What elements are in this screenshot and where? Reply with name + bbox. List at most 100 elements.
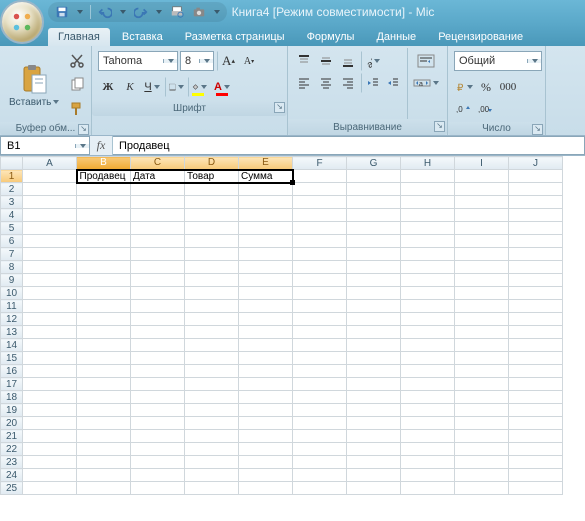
chevron-down-icon[interactable]	[199, 59, 213, 63]
cell[interactable]	[347, 391, 401, 404]
comma-style-icon[interactable]: 000	[498, 77, 518, 97]
cell[interactable]	[293, 235, 347, 248]
row-header[interactable]: 22	[1, 443, 23, 456]
align-right-icon[interactable]	[338, 73, 358, 93]
worksheet[interactable]: ABCDEFGHIJ1ПродавецДатаТоварСумма2345678…	[0, 156, 585, 521]
cell[interactable]	[401, 287, 455, 300]
row-header[interactable]: 4	[1, 209, 23, 222]
cell[interactable]	[131, 287, 185, 300]
row-header[interactable]: 12	[1, 313, 23, 326]
cell[interactable]	[77, 274, 131, 287]
cell[interactable]	[23, 391, 77, 404]
cell[interactable]	[509, 469, 563, 482]
cell[interactable]	[23, 196, 77, 209]
cell[interactable]	[509, 287, 563, 300]
row-header[interactable]: 6	[1, 235, 23, 248]
cell[interactable]	[347, 430, 401, 443]
undo-dropdown-icon[interactable]	[119, 4, 127, 20]
undo-icon[interactable]	[97, 4, 113, 20]
row-header[interactable]: 5	[1, 222, 23, 235]
cell[interactable]	[239, 248, 293, 261]
cell[interactable]	[239, 417, 293, 430]
column-header[interactable]: E	[239, 157, 293, 170]
cell[interactable]	[509, 235, 563, 248]
cell[interactable]	[131, 274, 185, 287]
cell[interactable]	[239, 378, 293, 391]
cell[interactable]	[509, 326, 563, 339]
cell[interactable]	[185, 456, 239, 469]
cell[interactable]	[293, 313, 347, 326]
decrease-indent-icon[interactable]	[361, 73, 381, 93]
cell[interactable]	[131, 235, 185, 248]
chevron-down-icon[interactable]	[75, 144, 89, 148]
cell[interactable]	[293, 404, 347, 417]
font-dialog-launcher[interactable]: ↘	[274, 102, 285, 113]
cell[interactable]	[131, 391, 185, 404]
cell[interactable]	[23, 183, 77, 196]
cell[interactable]	[293, 261, 347, 274]
cell[interactable]	[509, 404, 563, 417]
wrap-text-icon[interactable]	[412, 51, 440, 71]
column-header[interactable]: F	[293, 157, 347, 170]
cell[interactable]	[401, 417, 455, 430]
underline-button[interactable]: Ч	[142, 77, 162, 97]
cell[interactable]	[509, 183, 563, 196]
cell[interactable]	[455, 456, 509, 469]
cell[interactable]	[347, 170, 401, 183]
cell[interactable]	[347, 352, 401, 365]
cell[interactable]	[77, 196, 131, 209]
cell[interactable]	[185, 443, 239, 456]
cell[interactable]	[23, 170, 77, 183]
cell[interactable]	[455, 339, 509, 352]
cell[interactable]	[347, 235, 401, 248]
cell[interactable]	[77, 287, 131, 300]
align-center-icon[interactable]	[316, 73, 336, 93]
tab-home[interactable]: Главная	[48, 28, 110, 46]
cell[interactable]	[185, 469, 239, 482]
cell[interactable]	[185, 261, 239, 274]
cell[interactable]	[401, 365, 455, 378]
cell[interactable]	[239, 391, 293, 404]
cell[interactable]	[185, 183, 239, 196]
cell[interactable]	[347, 196, 401, 209]
cell[interactable]	[293, 482, 347, 495]
tab-formulas[interactable]: Формулы	[297, 28, 365, 46]
cell[interactable]	[77, 235, 131, 248]
cell[interactable]	[77, 391, 131, 404]
cell[interactable]	[455, 326, 509, 339]
name-box-value[interactable]: B1	[1, 140, 75, 152]
merge-center-icon[interactable]: a	[412, 73, 440, 93]
cell[interactable]	[239, 300, 293, 313]
cell[interactable]	[185, 196, 239, 209]
italic-button[interactable]: К	[120, 77, 140, 97]
cell[interactable]	[401, 313, 455, 326]
cell[interactable]	[347, 482, 401, 495]
cell[interactable]	[347, 417, 401, 430]
cell[interactable]	[185, 235, 239, 248]
cell[interactable]	[77, 339, 131, 352]
cell[interactable]: Сумма	[239, 170, 293, 183]
cell[interactable]	[293, 209, 347, 222]
cell[interactable]	[77, 469, 131, 482]
cell[interactable]	[293, 222, 347, 235]
select-all-corner[interactable]	[1, 157, 23, 170]
cell[interactable]	[509, 222, 563, 235]
cell[interactable]	[455, 352, 509, 365]
cut-icon[interactable]	[66, 50, 88, 72]
chevron-down-icon[interactable]	[163, 59, 177, 63]
cell[interactable]	[239, 313, 293, 326]
align-top-icon[interactable]	[294, 51, 314, 71]
row-header[interactable]: 24	[1, 469, 23, 482]
cell[interactable]	[509, 209, 563, 222]
cell[interactable]	[293, 378, 347, 391]
cell[interactable]	[509, 196, 563, 209]
cell[interactable]	[455, 430, 509, 443]
cell[interactable]	[347, 339, 401, 352]
cell[interactable]	[77, 417, 131, 430]
cell[interactable]	[293, 365, 347, 378]
clipboard-dialog-launcher[interactable]: ↘	[78, 124, 89, 135]
print-preview-icon[interactable]	[169, 4, 185, 20]
cell[interactable]	[131, 261, 185, 274]
cell[interactable]	[455, 378, 509, 391]
cell[interactable]	[23, 469, 77, 482]
